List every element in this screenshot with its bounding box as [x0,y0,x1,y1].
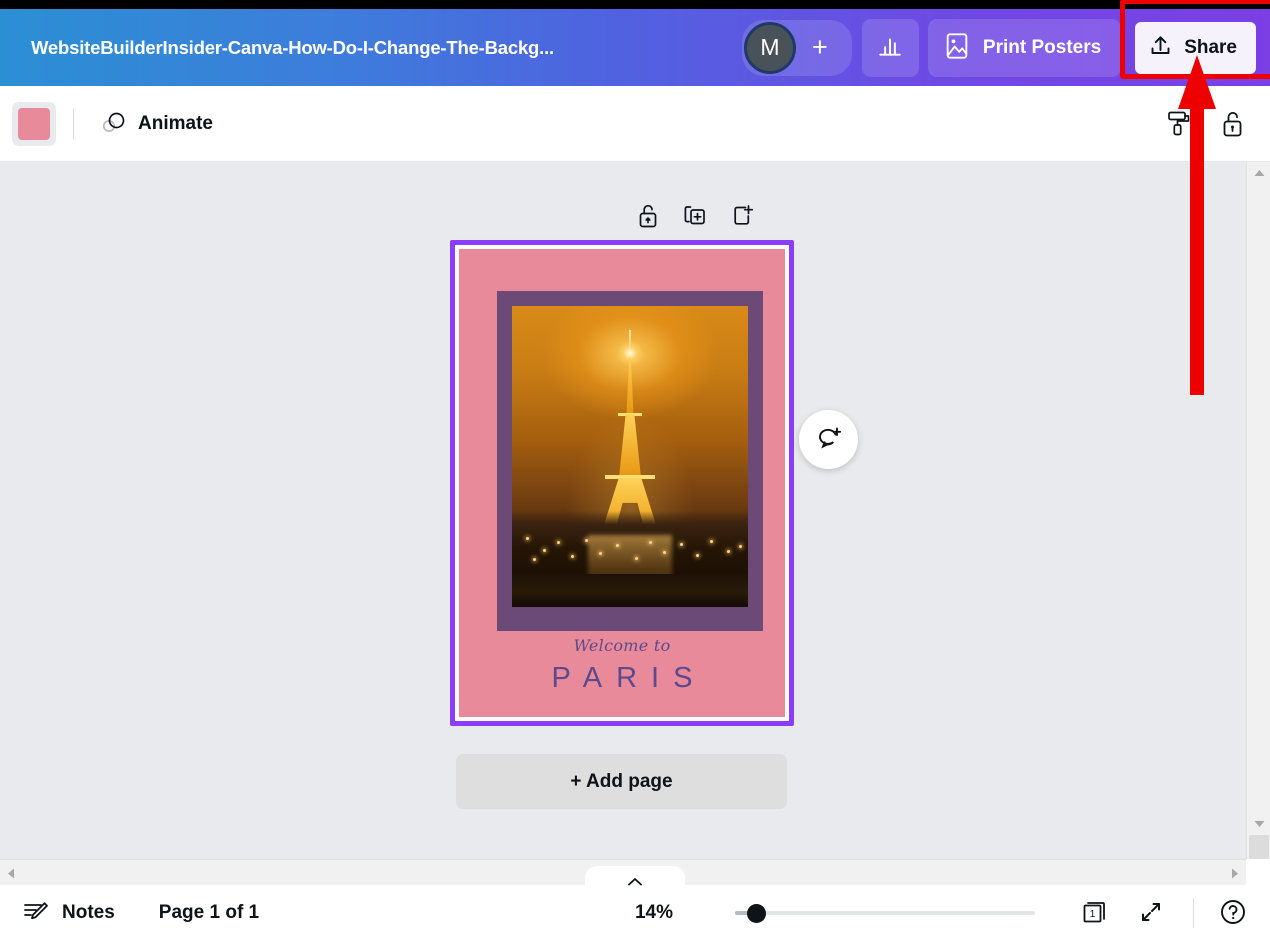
share-button[interactable]: Share [1135,21,1256,74]
analytics-button[interactable] [861,18,919,77]
add-page-button[interactable]: + Add page [456,754,787,809]
poster-image-icon [945,32,969,63]
eiffel-tower-photo[interactable] [512,306,748,607]
collaborators-group: M + [741,19,852,76]
toolbar-divider [73,108,74,139]
background-color-swatch[interactable] [12,101,56,146]
add-comment-icon [814,423,844,456]
zoom-level-label[interactable]: 14% [635,902,673,924]
collapse-panel-tab[interactable] [585,866,685,896]
photo-frame[interactable] [497,291,763,631]
toolbar-right-actions [1165,109,1246,139]
unlocked-padlock-icon[interactable] [1219,109,1246,139]
notes-label: Notes [62,902,115,923]
bottom-divider [1193,898,1194,928]
paint-roller-icon[interactable] [1165,109,1193,139]
scroll-down-arrow[interactable] [1247,813,1270,835]
duplicate-page-icon[interactable] [682,202,708,230]
zoom-slider-thumb[interactable] [747,904,766,923]
poster-design[interactable]: Welcome to PARIS [459,249,785,717]
vertical-scrollbar[interactable] [1246,162,1270,859]
add-page-icon[interactable] [730,202,755,230]
help-question-icon [1218,897,1248,930]
fullscreen-button[interactable] [1137,898,1165,929]
element-toolbar: Animate [0,86,1270,162]
print-posters-button[interactable]: Print Posters [927,18,1122,77]
eiffel-tower-shape [587,330,673,541]
scroll-right-arrow[interactable] [1224,860,1246,886]
page-tools [636,202,755,230]
animate-label: Animate [138,112,213,134]
animate-circles-icon [99,108,127,139]
bar-chart-icon [877,33,903,62]
page-count-button[interactable]: 1 [1079,896,1111,931]
zoom-slider-track [735,911,1035,915]
fullscreen-expand-icon [1137,898,1165,929]
svg-text:1: 1 [1090,909,1096,920]
upload-share-icon [1149,34,1172,61]
share-button-wrapper: Share [1120,0,1270,79]
header-actions: M + Print Posters Share [741,0,1270,86]
chevron-up-icon [627,874,643,892]
invite-members-button[interactable]: + [796,24,844,72]
street-lights [512,529,748,571]
poster-script-text[interactable]: Welcome to [459,636,785,655]
notes-pencil-icon [22,899,50,928]
pages-stack-icon: 1 [1079,896,1111,931]
scroll-left-arrow[interactable] [0,860,22,886]
poster-title-text[interactable]: PARIS [459,662,785,695]
vertical-scroll-thumb[interactable] [1249,835,1269,859]
color-swatch-fill [18,107,50,140]
window-top-edge [0,0,1270,9]
share-label: Share [1184,36,1237,58]
zoom-slider[interactable] [735,903,1035,923]
print-posters-label: Print Posters [982,36,1102,58]
notes-button[interactable]: Notes [22,899,115,928]
unlock-page-icon[interactable] [636,202,660,230]
page-selection-frame[interactable]: Welcome to PARIS [450,240,794,726]
foreground-ground [512,573,748,607]
page-indicator: Page 1 of 1 [158,902,260,923]
add-comment-button[interactable] [799,410,858,469]
design-canvas[interactable]: Welcome to PARIS + Add page [0,162,1246,859]
app-header: WebsiteBuilderInsider-Canva-How-Do-I-Cha… [0,0,1270,86]
scroll-up-arrow[interactable] [1247,162,1270,184]
animate-button[interactable]: Animate [91,102,221,145]
document-title[interactable]: WebsiteBuilderInsider-Canva-How-Do-I-Cha… [31,37,631,59]
avatar[interactable]: M [743,21,796,74]
poster-text-block[interactable]: Welcome to PARIS [459,636,785,695]
help-button[interactable] [1218,897,1248,930]
